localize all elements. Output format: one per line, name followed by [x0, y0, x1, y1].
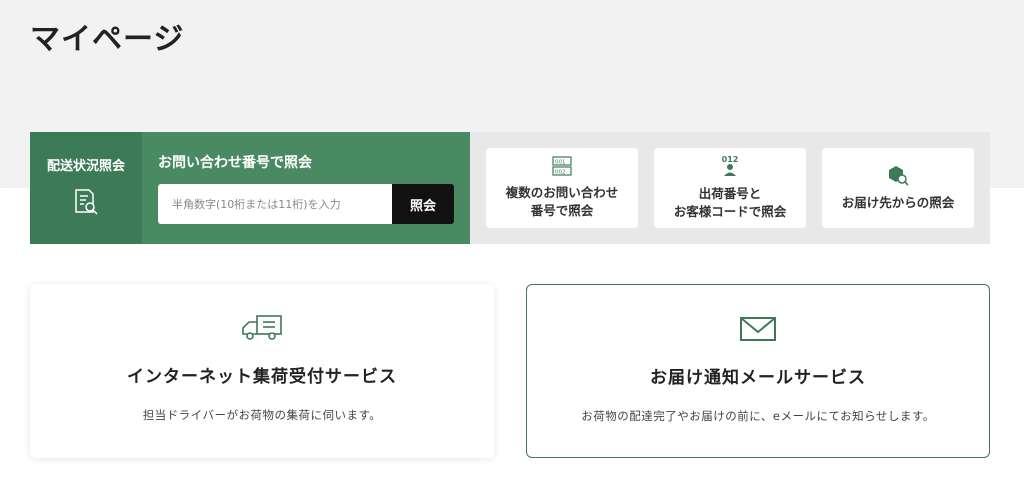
multiple-numbers-icon: 001 002 [552, 156, 572, 180]
tracking-section-label: 配送状況照会 [30, 132, 142, 244]
multiple-numbers-label: 複数のお問い合わせ 番号で照会 [505, 185, 619, 218]
package-search-icon [887, 164, 909, 190]
truck-icon [241, 314, 283, 344]
pickup-service-description: 担当ドライバーがお荷物の集荷に伺います。 [142, 408, 382, 422]
destination-inquiry-button[interactable]: お届け先からの照会 [822, 148, 974, 228]
tracking-label-text: 配送状況照会 [46, 159, 125, 174]
inquiry-form: お問い合わせ番号で照会 照会 [142, 132, 470, 244]
svg-text:001: 001 [555, 160, 566, 166]
inquiry-submit-button[interactable]: 照会 [392, 184, 454, 224]
customer-code-label: 出荷番号と お客様コードで照会 [673, 186, 787, 219]
notification-mail-title: お届け通知メールサービス [650, 368, 866, 388]
customer-code-icon: 012 [719, 155, 741, 181]
destination-inquiry-label: お届け先からの照会 [841, 195, 955, 210]
tracking-bar: 配送状況照会 お問い合わせ番号で照会 照会 001 002 複数の [30, 132, 990, 244]
multiple-numbers-inquiry-button[interactable]: 001 002 複数のお問い合わせ 番号で照会 [486, 148, 638, 228]
customer-code-inquiry-button[interactable]: 012 出荷番号と お客様コードで照会 [654, 148, 806, 228]
envelope-icon [739, 315, 777, 345]
customer-code-icon-text: 012 [722, 155, 739, 164]
page-title: マイページ [30, 22, 185, 57]
document-search-icon [72, 188, 100, 220]
pickup-service-card[interactable]: インターネット集荷受付サービス 担当ドライバーがお荷物の集荷に伺います。 [30, 284, 494, 458]
tracking-number-input[interactable] [158, 184, 392, 224]
notification-mail-description: お荷物の配達完了やお届けの前に、eメールにてお知らせします。 [581, 409, 935, 423]
pickup-service-title: インターネット集荷受付サービス [127, 367, 397, 387]
notification-mail-card[interactable]: お届け通知メールサービス お荷物の配達完了やお届けの前に、eメールにてお知らせし… [526, 284, 990, 458]
inquiry-heading: お問い合わせ番号で照会 [158, 155, 312, 171]
svg-text:002: 002 [555, 170, 566, 176]
